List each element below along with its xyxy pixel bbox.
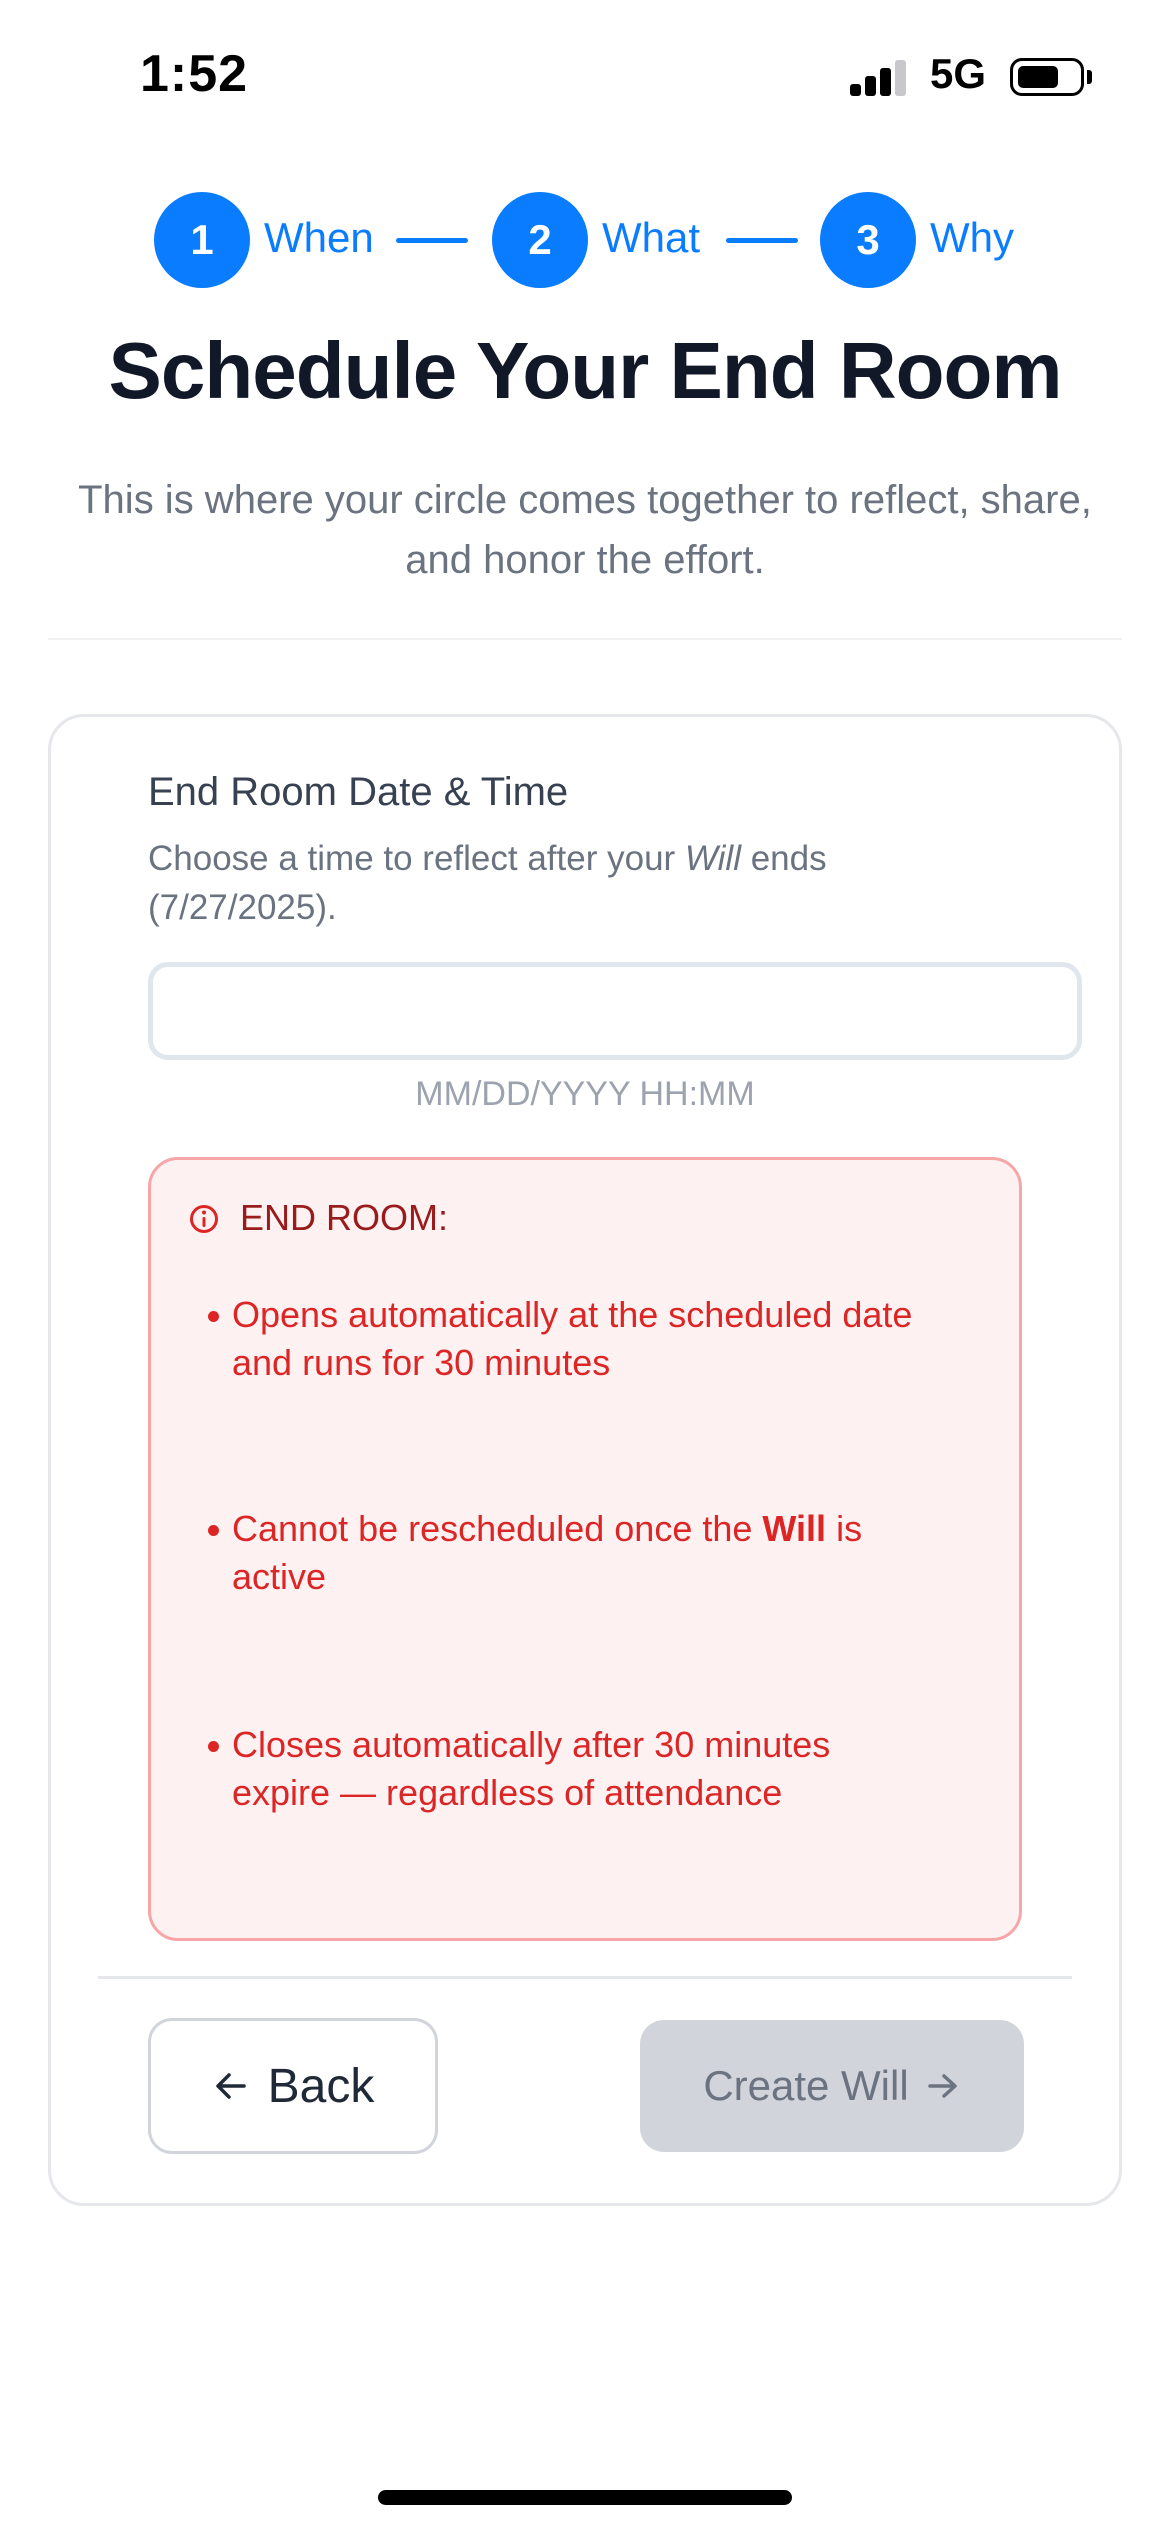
create-will-button[interactable]: Create Will [640, 2020, 1024, 2152]
battery-icon [1010, 58, 1084, 96]
date-format-hint: MM/DD/YYYY HH:MM [415, 1075, 755, 1113]
step-3-circle: 3 [820, 192, 916, 288]
step-2-label: What [602, 214, 701, 261]
create-button-label: Create Will [703, 2062, 909, 2109]
home-indicator[interactable] [378, 2490, 792, 2505]
alert-title: END ROOM: [240, 1197, 449, 1238]
divider [98, 1976, 1072, 1979]
back-button-label: Back [267, 2059, 375, 2113]
field-help-text: Choose a time to reflect after your Will… [148, 834, 968, 932]
step-2-circle: 2 [492, 192, 588, 288]
network-label: 5G [930, 50, 987, 97]
field-label: End Room Date & Time [148, 770, 569, 814]
step-connector [396, 238, 468, 243]
step-1-label: When [264, 214, 374, 261]
arrow-left-icon [215, 2073, 246, 2099]
help-emphasis: Will [684, 839, 741, 878]
step-3-label: Why [930, 214, 1014, 261]
bullet-dot [208, 1311, 219, 1322]
step-1-circle: 1 [154, 192, 250, 288]
bullet-text: Closes automatically after 30 minutes ex… [232, 1724, 831, 1813]
status-time: 1:52 [140, 45, 249, 103]
bullet-prefix: Cannot be rescheduled once the [232, 1508, 763, 1549]
bullet-dot [208, 1741, 219, 1752]
progress-stepper: 1 When 2 What 3 Why [0, 192, 1170, 288]
battery-tip [1087, 70, 1092, 84]
status-bar: 1:52 5G [0, 0, 1170, 150]
info-circle-icon [190, 1205, 218, 1233]
step-connector [726, 238, 798, 243]
page-subtitle: This is where your circle comes together… [78, 478, 1092, 582]
alert-bullet: Opens automatically at the scheduled dat… [208, 1291, 932, 1387]
divider [48, 638, 1122, 640]
arrow-right-icon [927, 2074, 957, 2098]
page-title: Schedule Your End Room [108, 326, 1063, 415]
bullet-text: Opens automatically at the scheduled dat… [232, 1294, 913, 1383]
help-prefix: Choose a time to reflect after your [148, 839, 685, 878]
cellular-signal-icon [850, 58, 910, 96]
alert-bullet: Cannot be rescheduled once the Will is a… [208, 1505, 932, 1601]
bullet-bold: Will [762, 1508, 827, 1549]
alert-bullet: Closes automatically after 30 minutes ex… [208, 1721, 932, 1817]
back-button[interactable]: Back [148, 2018, 438, 2154]
bullet-dot [208, 1525, 219, 1536]
end-room-datetime-input[interactable] [148, 962, 1082, 1060]
